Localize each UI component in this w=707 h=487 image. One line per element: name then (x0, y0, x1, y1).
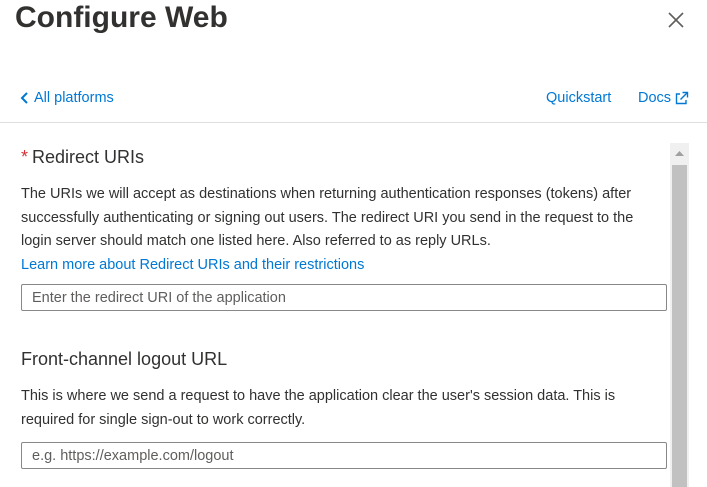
quickstart-link[interactable]: Quickstart (546, 90, 611, 106)
panel-title: Configure Web (15, 1, 228, 34)
chevron-left-icon (20, 92, 28, 104)
redirect-uris-heading-label: Redirect URIs (32, 147, 145, 167)
form-scroll-area: * Redirect URIs The URIs we will accept a… (0, 123, 670, 487)
logout-url-description: This is where we send a request to have … (21, 388, 616, 428)
redirect-uri-input[interactable] (21, 284, 667, 311)
all-platforms-label: All platforms (34, 90, 114, 106)
logout-url-heading: Front-channel logout URL (21, 349, 228, 369)
redirect-uris-description: The URIs we will accept as destinations … (21, 183, 661, 277)
redirect-uris-description-text: The URIs we will accept as destinations … (21, 186, 634, 249)
docs-label: Docs (638, 90, 672, 106)
required-marker: * (21, 147, 29, 167)
external-link-icon (675, 91, 689, 104)
scroll-up-button[interactable] (670, 143, 689, 163)
all-platforms-link[interactable]: All platforms (20, 90, 114, 106)
scrollbar-thumb[interactable] (672, 165, 687, 487)
docs-link[interactable]: Docs (638, 90, 689, 106)
close-icon (668, 12, 684, 28)
vertical-scrollbar[interactable] (670, 143, 689, 487)
scroll-up-arrow-icon (675, 151, 684, 156)
nav-row: All platforms Quickstart Docs (0, 88, 707, 114)
redirect-uris-heading: * Redirect URIs (21, 147, 144, 168)
close-button[interactable] (664, 8, 688, 32)
logout-url-input[interactable] (21, 442, 667, 469)
learn-more-link[interactable]: Learn more about Redirect URIs and their… (21, 257, 364, 273)
